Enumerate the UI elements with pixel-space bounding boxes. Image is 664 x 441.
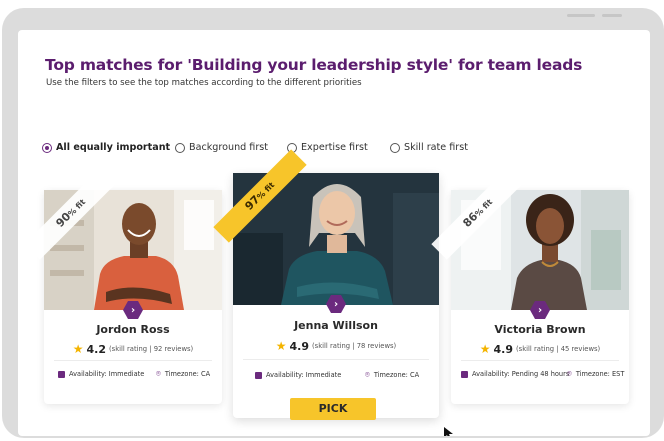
page-subtitle: Use the filters to see the top matches a… [46, 78, 362, 88]
rating-score: 4.9 [289, 339, 310, 353]
availability-text: Availability: Pending 48 hours [472, 370, 570, 378]
candidate-card-jenna-willson[interactable]: 97% fit › Jenna Willson ★ 4.9 (skill rat… [213, 149, 439, 418]
page-title: Top matches for 'Building your leadershi… [45, 56, 583, 74]
candidate-rating: ★ 4.2 (skill rating | 92 reviews) [44, 342, 222, 356]
radio-selected-icon [42, 142, 52, 153]
divider [243, 359, 429, 360]
rating-score: 4.2 [86, 342, 107, 356]
radio-icon [390, 142, 400, 153]
star-icon: ★ [275, 339, 287, 353]
fit-suffix: % fit [255, 180, 277, 202]
availability-text: Availability: Immediate [69, 370, 145, 378]
calendar-icon [255, 371, 262, 379]
fit-suffix: % fit [473, 197, 495, 219]
location-pin-icon: ⌾ [567, 369, 572, 378]
calendar-icon [58, 370, 65, 378]
filter-label: Background first [189, 142, 269, 153]
radio-icon [175, 142, 185, 153]
pick-button[interactable]: PICK [290, 398, 376, 420]
timezone-text: Timezone: EST [575, 370, 625, 378]
device-button [602, 14, 622, 17]
filter-skill-rate-first[interactable]: Skill rate first [390, 142, 468, 153]
filter-label: All equally important [56, 142, 171, 153]
mouse-cursor-icon [444, 427, 453, 436]
availability-text: Availability: Immediate [266, 371, 342, 379]
rating-meta: (skill rating | 92 reviews) [109, 345, 194, 353]
rating-meta: (skill rating | 78 reviews) [312, 342, 397, 350]
calendar-icon [461, 370, 468, 378]
tablet-frame: Top matches for 'Building your leadershi… [2, 8, 664, 438]
star-icon: ★ [72, 342, 84, 356]
filter-expertise-first[interactable]: Expertise first [287, 142, 368, 153]
candidate-name: Victoria Brown [494, 323, 586, 336]
filter-label: Expertise first [301, 142, 368, 153]
screen: Top matches for 'Building your leadershi… [18, 30, 650, 436]
candidate-card-jordon-ross[interactable]: 90% fit › Jordon Ross ★ 4.2 (skill ratin… [24, 166, 222, 404]
divider [461, 360, 619, 361]
candidate-rating: ★ 4.9 (skill rating | 78 reviews) [233, 339, 439, 353]
divider [54, 360, 212, 361]
timezone: ⌾ Timezone: CA [365, 370, 420, 380]
rating-meta: (skill rating | 45 reviews) [516, 345, 601, 353]
availability: Availability: Pending 48 hours [461, 370, 569, 378]
filter-all-equally-important[interactable]: All equally important [42, 142, 170, 153]
candidate-card-victoria-brown[interactable]: 86% fit › Victoria Brown ★ 4.9 (skill ra… [431, 166, 629, 404]
availability: Availability: Immediate [58, 370, 144, 378]
timezone: ⌾ Timezone: EST [567, 369, 625, 379]
timezone: ⌾ Timezone: CA [156, 369, 211, 379]
candidate-name: Jordon Ross [96, 323, 170, 336]
location-pin-icon: ⌾ [156, 369, 161, 378]
rating-score: 4.9 [493, 342, 514, 356]
filter-label: Skill rate first [404, 142, 468, 153]
candidate-rating: ★ 4.9 (skill rating | 45 reviews) [451, 342, 629, 356]
location-pin-icon: ⌾ [365, 370, 370, 379]
fit-suffix: % fit [66, 197, 88, 219]
candidate-name: Jenna Willson [294, 319, 378, 332]
availability: Availability: Immediate [255, 371, 341, 379]
timezone-text: Timezone: CA [373, 371, 420, 379]
timezone-text: Timezone: CA [164, 370, 211, 378]
device-button [567, 14, 595, 17]
priority-filter-group: All equally important Background first E… [42, 142, 642, 158]
star-icon: ★ [479, 342, 491, 356]
filter-background-first[interactable]: Background first [175, 142, 268, 153]
